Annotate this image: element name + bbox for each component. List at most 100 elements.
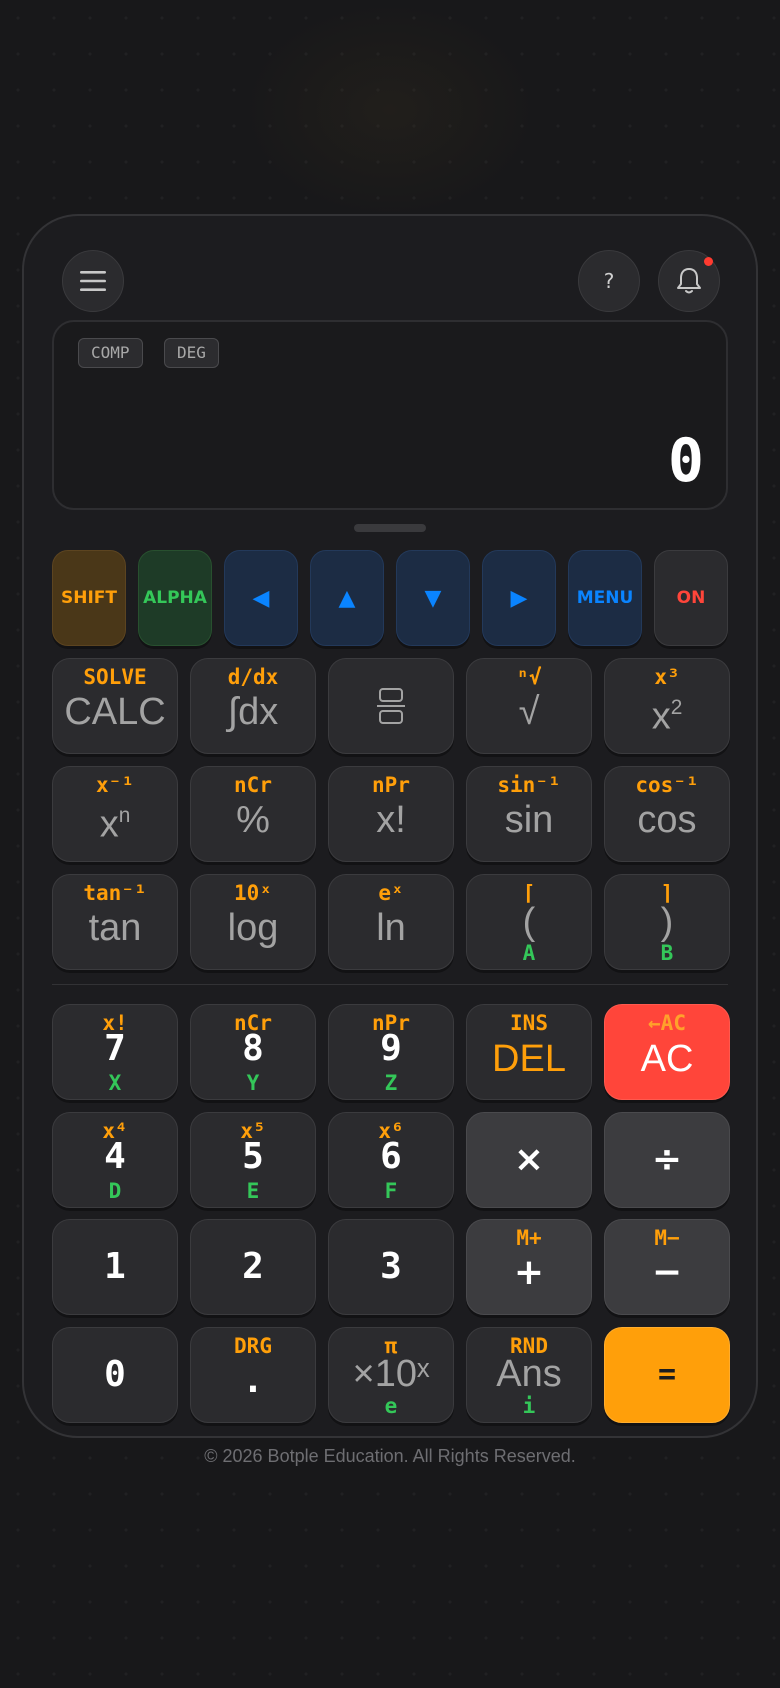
four-secondary: x⁴: [102, 1119, 128, 1143]
three-key[interactable]: 3: [328, 1219, 454, 1315]
all-clear-key[interactable]: ←AC AC: [604, 1004, 730, 1100]
bell-icon: [677, 268, 701, 294]
npr-label: nPr: [372, 773, 410, 797]
percent-label: %: [236, 799, 270, 841]
calculator-body: ? COMP DEG 0 SHIFT ALPHA ◀ ▲ ▼ ▶ MENU ON…: [22, 214, 758, 1438]
ln-label: ln: [376, 907, 406, 949]
calc-label: CALC: [64, 691, 166, 733]
seven-label: 7: [104, 1028, 126, 1069]
notification-dot: [704, 257, 713, 266]
notifications-button[interactable]: [658, 250, 720, 312]
right-paren-label: ): [660, 901, 674, 943]
menu-key[interactable]: MENU: [568, 550, 642, 646]
multiply-key[interactable]: ×: [466, 1112, 592, 1208]
nine-key[interactable]: nPr 9 Z: [328, 1004, 454, 1100]
help-button[interactable]: ?: [578, 250, 640, 312]
up-arrow-icon: ▲: [338, 585, 356, 611]
one-key[interactable]: 1: [52, 1219, 178, 1315]
down-arrow-button[interactable]: ▼: [396, 550, 470, 646]
exp10-key[interactable]: π ×10ˣ e: [328, 1327, 454, 1423]
display-screen: COMP DEG 0: [52, 320, 728, 510]
nine-secondary: nPr: [372, 1011, 410, 1035]
pi-label: π: [384, 1334, 398, 1358]
multiply-label: ×: [513, 1139, 545, 1180]
add-key[interactable]: M+ +: [466, 1219, 592, 1315]
square-exponent: 2: [670, 695, 683, 719]
angle-badge: DEG: [164, 338, 219, 368]
drg-label: DRG: [234, 1334, 272, 1358]
left-arrow-button[interactable]: ◀: [224, 550, 298, 646]
decimal-key[interactable]: DRG .: [190, 1327, 316, 1423]
eight-key[interactable]: nCr 8 Y: [190, 1004, 316, 1100]
four-key[interactable]: x⁴ 4 D: [52, 1112, 178, 1208]
memory-plus-label: M+: [516, 1226, 542, 1250]
zero-label: 0: [104, 1354, 126, 1395]
zero-key[interactable]: 0: [52, 1327, 178, 1423]
alpha-button[interactable]: ALPHA: [138, 550, 212, 646]
all-clear-label: AC: [640, 1038, 694, 1080]
power-base: x: [99, 803, 119, 846]
sqrt-label: √: [518, 691, 540, 733]
power-key[interactable]: x⁻¹ xn: [52, 766, 178, 862]
right-paren-key[interactable]: ⌉ ) B: [604, 874, 730, 970]
answer-key[interactable]: RND Ans i: [466, 1327, 592, 1423]
factorial-key[interactable]: nPr x!: [328, 766, 454, 862]
delete-key[interactable]: INS DEL: [466, 1004, 592, 1100]
menu-button[interactable]: [62, 250, 124, 312]
down-arrow-icon: ▼: [424, 585, 442, 611]
divide-key[interactable]: ÷: [604, 1112, 730, 1208]
imaginary-label: i: [522, 1394, 536, 1418]
cos-key[interactable]: cos⁻¹ cos: [604, 766, 730, 862]
seven-key[interactable]: x! 7 X: [52, 1004, 178, 1100]
subtract-key[interactable]: M− −: [604, 1219, 730, 1315]
on-button[interactable]: ON: [654, 550, 728, 646]
mode-badge: COMP: [78, 338, 143, 368]
five-key[interactable]: x⁵ 5 E: [190, 1112, 316, 1208]
delete-label: DEL: [492, 1038, 566, 1080]
equals-key[interactable]: =: [604, 1327, 730, 1423]
fraction-key[interactable]: [328, 658, 454, 754]
background-glow: [240, 0, 540, 220]
ceil-close-label: ⌉: [660, 881, 674, 905]
six-key[interactable]: x⁶ 6 F: [328, 1112, 454, 1208]
nth-root-label: ⁿ√: [516, 665, 542, 689]
exp10-label: ×10ˣ: [352, 1353, 430, 1395]
cube-label: x³: [654, 665, 680, 689]
calc-key[interactable]: SOLVE CALC: [52, 658, 178, 754]
tan-key[interactable]: tan⁻¹ tan: [52, 874, 178, 970]
integral-label: ∫dx: [227, 691, 279, 733]
eight-label: 8: [242, 1028, 264, 1069]
derivative-label: d/dx: [227, 665, 279, 689]
power-exponent: n: [118, 803, 131, 827]
left-paren-key[interactable]: ⌈ ( A: [466, 874, 592, 970]
right-arrow-button[interactable]: ▶: [482, 550, 556, 646]
square-base: x: [651, 695, 671, 738]
menu-key-label: MENU: [576, 588, 634, 608]
integral-key[interactable]: d/dx ∫dx: [190, 658, 316, 754]
shift-button[interactable]: SHIFT: [52, 550, 126, 646]
right-arrow-icon: ▶: [510, 585, 528, 611]
five-alpha: E: [246, 1179, 260, 1203]
ln-key[interactable]: eˣ ln: [328, 874, 454, 970]
drag-handle[interactable]: [354, 524, 426, 532]
sin-key[interactable]: sin⁻¹ sin: [466, 766, 592, 862]
sin-label: sin: [504, 799, 554, 841]
divide-label: ÷: [651, 1139, 683, 1180]
solve-label: SOLVE: [83, 665, 147, 689]
subtract-label: −: [651, 1252, 683, 1293]
display-value: 0: [667, 426, 704, 496]
two-label: 2: [242, 1246, 264, 1287]
help-label: ?: [603, 269, 615, 293]
square-key[interactable]: x³ x2: [604, 658, 730, 754]
two-key[interactable]: 2: [190, 1219, 316, 1315]
memory-minus-label: M−: [654, 1226, 680, 1250]
alpha-b-label: B: [660, 941, 674, 965]
percent-key[interactable]: nCr %: [190, 766, 316, 862]
six-alpha: F: [384, 1179, 398, 1203]
log-key[interactable]: 10ˣ log: [190, 874, 316, 970]
exp-label: eˣ: [378, 881, 404, 905]
five-label: 5: [242, 1136, 264, 1177]
ncr-label: nCr: [234, 773, 272, 797]
sqrt-key[interactable]: ⁿ√ √: [466, 658, 592, 754]
up-arrow-button[interactable]: ▲: [310, 550, 384, 646]
